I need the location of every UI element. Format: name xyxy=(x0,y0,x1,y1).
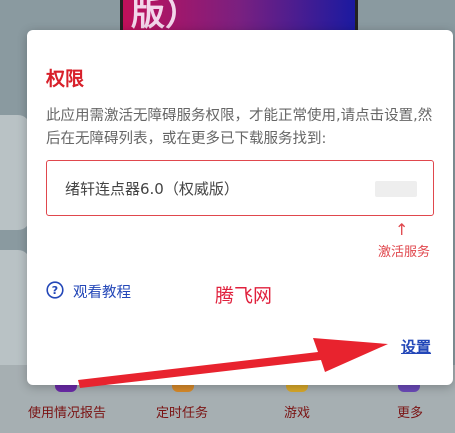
tab-usage-report[interactable]: 使用情况报告 xyxy=(28,402,106,421)
watch-tutorial-link[interactable]: 观看教程 xyxy=(73,281,131,302)
svg-text:?: ? xyxy=(52,284,58,297)
tab-more[interactable]: 更多 xyxy=(397,402,423,421)
service-toggle[interactable] xyxy=(375,181,417,197)
background-card xyxy=(0,115,30,230)
activate-service-hint: 激活服务 xyxy=(378,245,431,260)
tab-games[interactable]: 游戏 xyxy=(284,402,310,421)
watermark-text: 腾飞网 xyxy=(215,285,273,307)
question-circle-icon[interactable]: ? xyxy=(46,281,64,299)
dialog-title: 权限 xyxy=(46,68,85,90)
service-name: 绪轩连点器6.0（权威版） xyxy=(65,180,239,198)
arrow-up-icon: ↑ xyxy=(395,220,409,239)
dialog-message: 此应用需激活无障碍服务权限，才能正常使用,请点击设置,然后在无障碍列表，或在更多… xyxy=(46,108,433,147)
accessibility-service-item[interactable]: 绪轩连点器6.0（权威版） xyxy=(46,160,434,216)
background-card xyxy=(0,250,30,370)
permission-dialog: 权限 此应用需激活无障碍服务权限，才能正常使用,请点击设置,然后在无障碍列表，或… xyxy=(27,30,453,385)
settings-button[interactable]: 设置 xyxy=(401,336,431,357)
tab-scheduled-tasks[interactable]: 定时任务 xyxy=(156,402,208,421)
